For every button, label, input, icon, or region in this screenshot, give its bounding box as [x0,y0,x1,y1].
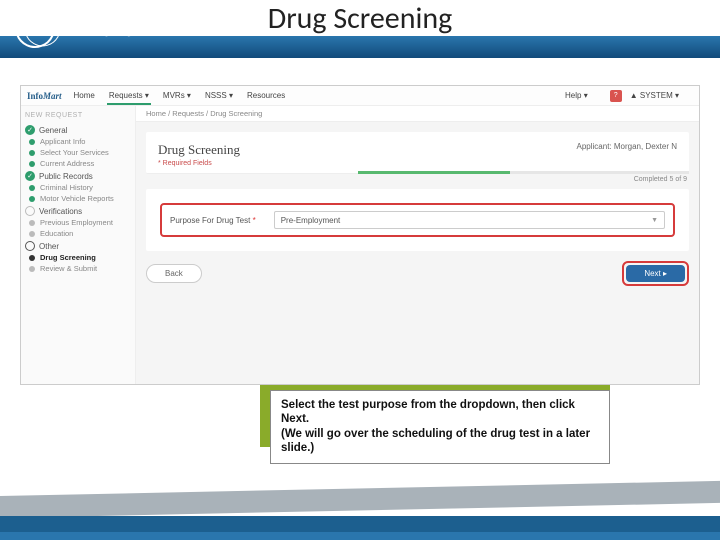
nav-resources[interactable]: Resources [247,91,285,100]
purpose-select[interactable]: Pre-Employment ▼ [274,211,665,229]
form-section: Purpose For Drug Test * Pre-Employment ▼ [146,189,689,251]
progress-bar [358,171,689,174]
sb-item-applicant-info[interactable]: Applicant Info [29,137,131,146]
circle-icon [25,206,35,216]
nav-nsss[interactable]: NSSS ▾ [205,91,233,100]
check-icon: ✓ [25,125,35,135]
button-row: Back Next ▸ [146,261,689,286]
app-screenshot: InfoMart Home Requests ▾ MVRs ▾ NSSS ▾ R… [20,85,700,385]
required-fields-note: * Required Fields [158,160,240,167]
app-topbar: InfoMart Home Requests ▾ MVRs ▾ NSSS ▾ R… [21,86,699,106]
next-button[interactable]: Next ▸ [626,265,685,282]
progress-remaining [510,171,689,174]
sb-item-education[interactable]: Education [29,229,131,238]
instruction-caption: Select the test purpose from the dropdow… [270,390,610,464]
footer-decoration [0,490,720,540]
sb-item-review-submit[interactable]: Review & Submit [29,264,131,273]
sb-group-general[interactable]: ✓General [25,125,131,135]
logo-text-mart: Mart [81,13,133,42]
help-badge[interactable]: ? [610,90,622,102]
minus-circle-icon [25,241,35,251]
sb-group-public-records[interactable]: ✓Public Records [25,171,131,181]
footer-grey-bar [0,481,720,518]
next-button-highlight: Next ▸ [622,261,689,286]
logo-tm: ® [133,22,140,33]
sb-group-other[interactable]: Other [25,241,131,251]
dot-icon [29,220,35,226]
sb-item-prev-employment[interactable]: Previous Employment [29,218,131,227]
content-area: Home / Requests / Drug Screening Drug Sc… [136,106,699,384]
dot-icon [29,255,35,261]
applicant-name: Applicant: Morgan, Dexter N [577,142,678,151]
nav-mvrs[interactable]: MVRs ▾ [163,91,191,100]
dot-icon [29,161,35,167]
sb-group-verifications[interactable]: Verifications [25,206,131,216]
progress-done [358,171,510,174]
check-icon: ✓ [25,171,35,181]
progress-text: Completed 5 of 9 [136,174,699,183]
dot-icon [29,150,35,156]
sb-item-criminal-history[interactable]: Criminal History [29,183,131,192]
nav-requests[interactable]: Requests ▾ [109,91,149,100]
infomart-logo: InfoMart® [15,8,140,48]
sb-item-current-address[interactable]: Current Address [29,159,131,168]
dot-icon [29,231,35,237]
footer-blue-bar-2 [0,532,720,540]
sidebar-header: NEW REQUEST [25,112,131,119]
logo-ellipse-icon [9,2,60,53]
chevron-down-icon: ▼ [651,217,658,224]
back-button[interactable]: Back [146,264,202,283]
caption-line1: Select the test purpose from the dropdow… [281,399,575,425]
purpose-row-highlight: Purpose For Drug Test * Pre-Employment ▼ [160,203,675,237]
dot-icon [29,185,35,191]
page-title: Drug Screening [158,142,240,158]
nav-home[interactable]: Home [74,91,95,100]
wizard-sidebar: NEW REQUEST ✓General Applicant Info Sele… [21,106,136,384]
nav-help[interactable]: Help ▾ [565,91,588,100]
page-header: Drug Screening * Required Fields Applica… [146,132,689,174]
dot-icon [29,266,35,272]
sb-item-motor-vehicle[interactable]: Motor Vehicle Reports [29,194,131,203]
caption-line2: (We will go over the scheduling of the d… [281,428,590,454]
dot-icon [29,139,35,145]
sb-item-drug-screening[interactable]: Drug Screening [29,253,131,262]
slide-title-text: Drug Screening [268,0,453,37]
purpose-label: Purpose For Drug Test * [170,216,256,225]
breadcrumb[interactable]: Home / Requests / Drug Screening [136,106,699,122]
sb-item-select-services[interactable]: Select Your Services [29,148,131,157]
dot-icon [29,196,35,202]
nav-user[interactable]: ▲ SYSTEM ▾ [630,91,679,100]
app-logo-small: InfoMart [27,91,62,101]
purpose-select-value: Pre-Employment [281,216,341,225]
